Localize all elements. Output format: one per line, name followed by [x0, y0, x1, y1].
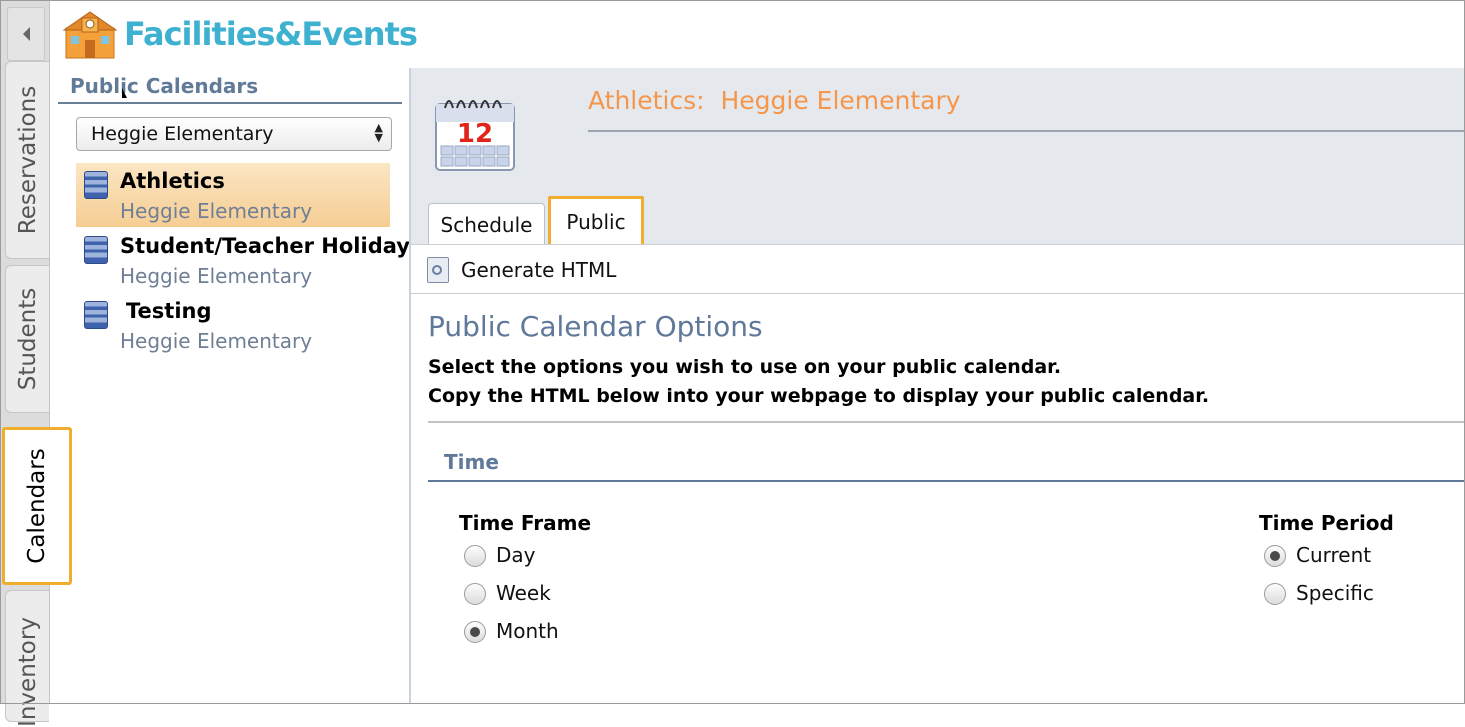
radio-label: Specific — [1296, 581, 1374, 605]
radio-button[interactable] — [464, 621, 486, 643]
generate-html-icon[interactable] — [427, 257, 449, 283]
calendar-name: Testing — [126, 299, 212, 323]
select-arrows-icon: ▲ ▼ — [374, 121, 383, 144]
chevron-left-icon — [23, 27, 30, 41]
side-tab-label: Reservations — [14, 85, 41, 235]
radio-button[interactable] — [1264, 545, 1286, 567]
school-select-value: Heggie Elementary — [91, 123, 274, 145]
radio-label: Month — [496, 619, 559, 643]
radio-label: Week — [496, 581, 551, 605]
side-tab-label: Calendars — [24, 448, 50, 564]
time-period-label: Time Period — [1259, 511, 1394, 535]
tab-schedule[interactable]: Schedule — [428, 203, 545, 246]
calendar-name: Student/Teacher Holiday — [120, 234, 410, 258]
time-frame-label: Time Frame — [459, 511, 592, 535]
calendar-stack-icon — [84, 236, 108, 264]
radio-label: Current — [1296, 543, 1372, 567]
side-tab-label: Students — [14, 287, 41, 391]
side-tab-calendars[interactable]: Calendars — [2, 427, 72, 585]
calendar-item-athletics[interactable]: Athletics Heggie Elementary — [76, 163, 390, 227]
radio-button[interactable] — [464, 545, 486, 567]
collapse-sidebar-button[interactable] — [7, 7, 45, 61]
radio-label: Day — [496, 543, 536, 567]
tab-label: Public — [566, 210, 626, 234]
options-instruction-2: Copy the HTML below into your webpage to… — [428, 385, 1210, 407]
tab-public[interactable]: Public — [548, 196, 644, 248]
options-title: Public Calendar Options — [428, 310, 763, 343]
calendar-school: Heggie Elementary — [120, 199, 313, 223]
calendar-item-student-teacher-holiday[interactable]: Student/Teacher Holiday Heggie Elementar… — [76, 228, 410, 292]
tab-label: Schedule — [440, 213, 533, 237]
calendar-icon-number: 12 — [457, 119, 493, 149]
generate-html-button[interactable]: Generate HTML — [461, 258, 616, 282]
time-section-heading: Time — [444, 450, 499, 474]
side-tab-students[interactable]: Students — [5, 265, 49, 413]
side-tab-inventory[interactable]: Inventory — [5, 590, 49, 727]
options-divider — [428, 421, 1465, 423]
calendar-name: Athletics — [120, 169, 225, 193]
mouse-pointer-icon — [122, 88, 127, 98]
calendar-stack-icon — [84, 301, 108, 329]
options-instruction-1: Select the options you wish to use on yo… — [428, 356, 1062, 378]
app-logo[interactable]: Facilities&Events — [62, 8, 418, 60]
panel-title: Public Calendars — [70, 74, 259, 98]
calendar-item-testing[interactable]: Testing Heggie Elementary — [76, 293, 390, 357]
radio-button[interactable] — [1264, 583, 1286, 605]
title-rule — [588, 130, 1465, 132]
toolbar: Generate HTML — [411, 244, 1465, 294]
radio-button[interactable] — [464, 583, 486, 605]
calendar-school: Heggie Elementary — [120, 329, 313, 353]
calendar-icon: 12 — [435, 100, 515, 171]
page-title: Athletics: Heggie Elementary — [588, 86, 961, 115]
calendar-stack-icon — [84, 171, 108, 199]
schoolhouse-icon — [62, 11, 118, 59]
calendar-school: Heggie Elementary — [120, 264, 313, 288]
school-select[interactable]: Heggie Elementary ▲ ▼ — [76, 117, 392, 151]
side-tab-label: Inventory — [14, 616, 41, 727]
public-calendars-heading: Public Calendars — [58, 68, 402, 104]
side-tab-reservations[interactable]: Reservations — [5, 61, 49, 259]
time-section-rule — [428, 480, 1465, 482]
app-logo-text: Facilities&Events — [124, 15, 418, 53]
